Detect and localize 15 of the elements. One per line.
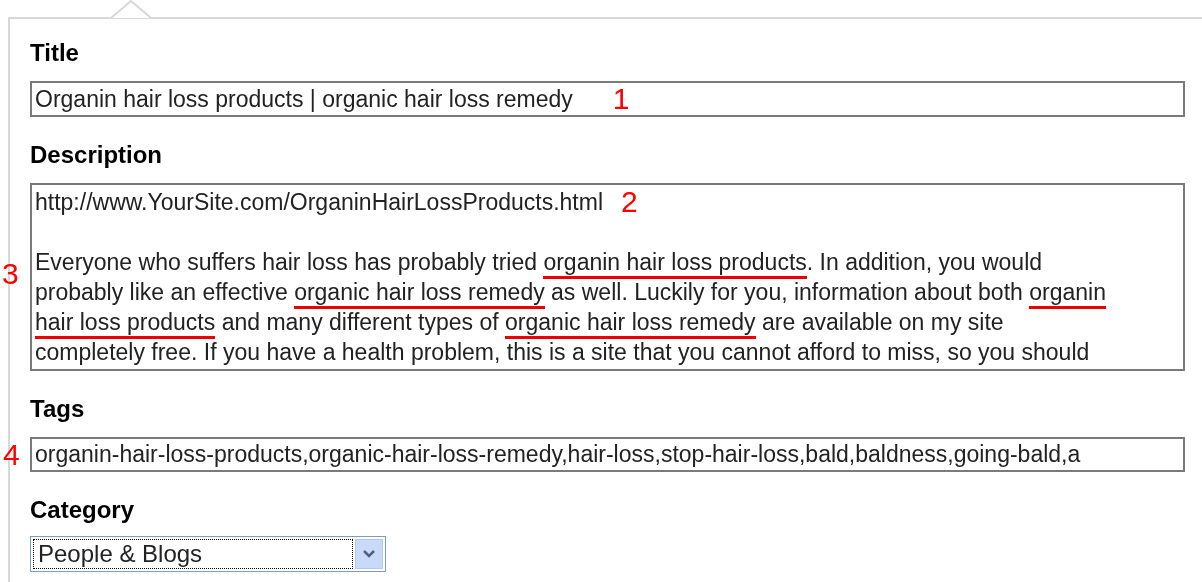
annotation-number: 3 [2,259,19,289]
chevron-down-icon [355,539,383,569]
field-label: Tags [30,397,86,421]
description-text: Everyone who suffers hair loss has probably tried organin hair loss products. In addition, you would probably like an effective organic hair loss remedy as well. Luckily for you, information about both organin hair loss products and many different types of organic hair loss remedy are available on my site completely free. If you have a health problem, this is a site that you cannot afford to miss, so you should [35,248,1107,367]
url-text: http://www.YourSite.com/OrganinHairLossProducts.html [35,188,603,217]
title-field[interactable]: Organin hair loss products | organic hair loss remedy 1 [30,81,1185,117]
annotation-number: 4 [3,440,20,470]
field-label: Category [30,498,136,522]
description-field[interactable] [30,183,1185,371]
category-select[interactable]: People & Blogs [30,536,386,572]
annotation-number: 2 [621,187,638,217]
annotation-number: 1 [612,84,630,114]
tags-field[interactable]: organin-hair-loss-products,organic-hair-loss-remedy,hair-loss,stop-hair-loss,bald,baldness,going-bald,a [30,437,1185,472]
field-label: Title [30,41,79,65]
field-label: Description [30,143,164,167]
